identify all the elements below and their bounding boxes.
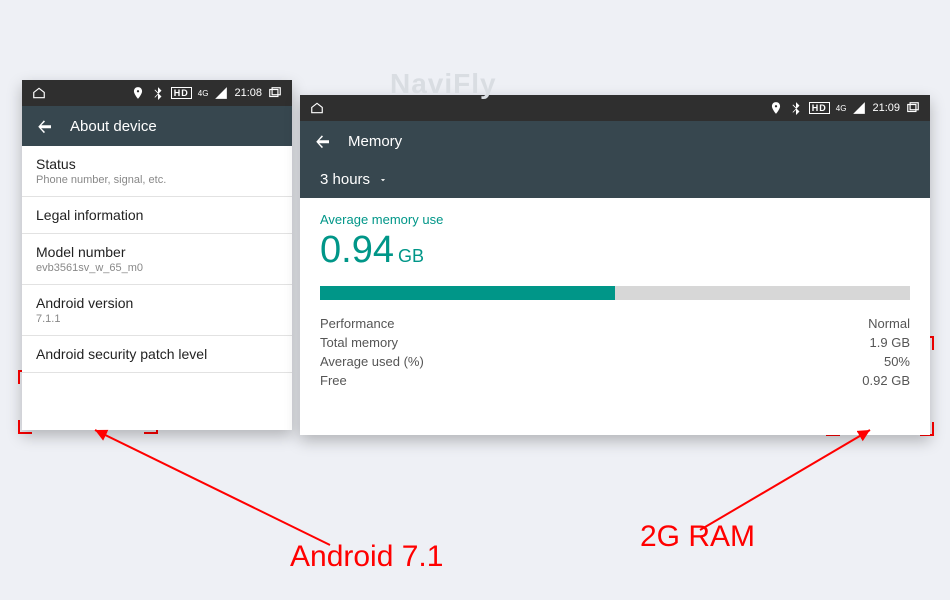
signal-icon [852, 101, 866, 115]
annotation-android-version: Android 7.1 [290, 540, 443, 574]
network-indicator: 4G [836, 104, 847, 113]
stat-value: 50% [884, 354, 910, 369]
item-title: Android version [36, 295, 278, 311]
arrow-left-icon [36, 117, 54, 135]
stat-row-free: Free 0.92 GB [320, 371, 910, 390]
settings-item-status[interactable]: Status Phone number, signal, etc. [22, 146, 292, 197]
stat-value: Normal [868, 316, 910, 331]
item-title: Status [36, 156, 278, 172]
settings-list: Status Phone number, signal, etc. Legal … [22, 146, 292, 373]
recents-icon [906, 101, 920, 115]
network-indicator: 4G [198, 89, 209, 98]
back-button[interactable] [36, 117, 54, 135]
status-bar: HD 4G 21:09 [300, 95, 930, 121]
time-range-dropdown[interactable]: 3 hours [300, 161, 930, 198]
memory-panel: HD 4G 21:09 Memory 3 hours Average memor… [300, 95, 930, 435]
stat-label: Total memory [320, 335, 398, 350]
clock-right: 21:09 [872, 102, 900, 114]
settings-item-model[interactable]: Model number evb3561sv_w_65_m0 [22, 234, 292, 285]
item-title: Model number [36, 244, 278, 260]
settings-item-android-version[interactable]: Android version 7.1.1 [22, 285, 292, 336]
memory-stats: Performance Normal Total memory 1.9 GB A… [320, 314, 910, 390]
item-subtitle: Phone number, signal, etc. [36, 174, 278, 186]
avg-memory-unit: GB [398, 246, 424, 266]
stat-row-avgpct: Average used (%) 50% [320, 352, 910, 371]
time-range-value: 3 hours [320, 171, 370, 188]
hd-badge: HD [809, 102, 830, 114]
arrow-left-icon [314, 132, 332, 150]
action-bar-memory: Memory [300, 121, 930, 161]
signal-icon [214, 86, 228, 100]
location-icon [769, 101, 783, 115]
stat-row-performance: Performance Normal [320, 314, 910, 333]
nav-home-icon [32, 86, 46, 100]
action-bar-about: About device [22, 106, 292, 146]
clock-left: 21:08 [234, 87, 262, 99]
item-title: Android security patch level [36, 346, 278, 362]
settings-item-legal[interactable]: Legal information [22, 197, 292, 234]
stat-label: Free [320, 373, 347, 388]
location-icon [131, 86, 145, 100]
status-bar: HD 4G 21:08 [22, 80, 292, 106]
avg-memory-number: 0.94 [320, 229, 394, 271]
memory-body: Average memory use 0.94GB Performance No… [300, 198, 930, 398]
hd-badge: HD [171, 87, 192, 99]
page-title: About device [70, 118, 157, 135]
memory-usage-bar [320, 286, 910, 300]
memory-usage-fill [320, 286, 615, 300]
item-title: Legal information [36, 207, 278, 223]
avg-memory-value: 0.94GB [320, 229, 910, 272]
stat-label: Average used (%) [320, 354, 424, 369]
item-subtitle: 7.1.1 [36, 313, 278, 325]
settings-item-security-patch[interactable]: Android security patch level [22, 336, 292, 373]
bluetooth-icon [789, 101, 803, 115]
chevron-down-icon [378, 175, 388, 185]
nav-home-icon [310, 101, 324, 115]
annotation-ram: 2G RAM [640, 520, 755, 554]
stat-row-total: Total memory 1.9 GB [320, 333, 910, 352]
recents-icon [268, 86, 282, 100]
stat-value: 0.92 GB [862, 373, 910, 388]
about-device-panel: HD 4G 21:08 About device Status Phone nu… [22, 80, 292, 430]
avg-memory-label: Average memory use [320, 212, 910, 227]
bluetooth-icon [151, 86, 165, 100]
stat-value: 1.9 GB [870, 335, 910, 350]
item-subtitle: evb3561sv_w_65_m0 [36, 262, 278, 274]
stat-label: Performance [320, 316, 394, 331]
back-button[interactable] [314, 132, 332, 150]
page-title: Memory [348, 133, 402, 150]
